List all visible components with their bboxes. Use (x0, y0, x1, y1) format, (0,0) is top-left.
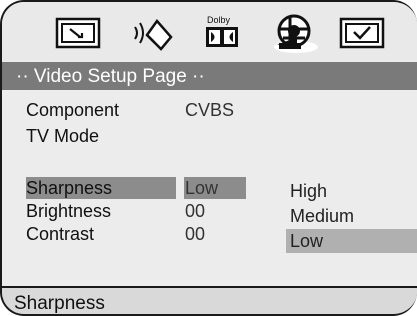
status-text: Sharpness (14, 293, 105, 314)
general-setup-icon (55, 17, 101, 49)
setting-row-component[interactable]: Component CVBS (2, 99, 262, 121)
tab-general-setup[interactable] (50, 12, 106, 54)
option-medium[interactable]: Medium (286, 204, 417, 228)
tab-dolby-setup[interactable]: Dolby (194, 12, 250, 54)
preference-setup-icon (339, 17, 385, 49)
setting-value: 00 (185, 224, 206, 244)
setting-label: Contrast (26, 224, 95, 244)
tab-video-setup[interactable] (268, 12, 324, 54)
option-high[interactable]: High (286, 179, 417, 203)
setting-row-contrast[interactable]: Contrast 00 (2, 223, 262, 245)
dolby-digital-setup-icon: Dolby (202, 13, 242, 53)
setting-label: TV Mode (26, 126, 100, 146)
setting-label: Sharpness (26, 178, 113, 198)
option-label: Medium (290, 206, 355, 226)
setting-value: CVBS (185, 100, 235, 120)
setting-value: Low (185, 178, 219, 198)
video-setup-icon (274, 14, 318, 53)
dvd-setup-menu: Dolby ·· Video Setup Page ·· Component C… (0, 0, 417, 316)
speaker-setup-icon (134, 18, 173, 51)
setup-category-bar: Dolby (2, 2, 417, 60)
setting-row-tv-mode[interactable]: TV Mode (2, 125, 262, 147)
page-title: ·· Video Setup Page ·· (16, 66, 205, 87)
status-bar: Sharpness (2, 286, 417, 314)
tab-preference-setup[interactable] (334, 12, 390, 54)
setting-label: Brightness (26, 201, 112, 221)
setting-row-sharpness[interactable]: Sharpness Low (2, 177, 262, 199)
tab-speaker-setup[interactable] (126, 12, 182, 54)
page-title-bar: ·· Video Setup Page ·· (2, 62, 417, 90)
setting-row-brightness[interactable]: Brightness 00 (2, 200, 262, 222)
option-label: Low (290, 231, 324, 251)
setting-value: 00 (185, 201, 206, 221)
option-low[interactable]: Low (286, 229, 417, 253)
setting-label: Component (26, 100, 120, 120)
option-label: High (290, 181, 328, 201)
